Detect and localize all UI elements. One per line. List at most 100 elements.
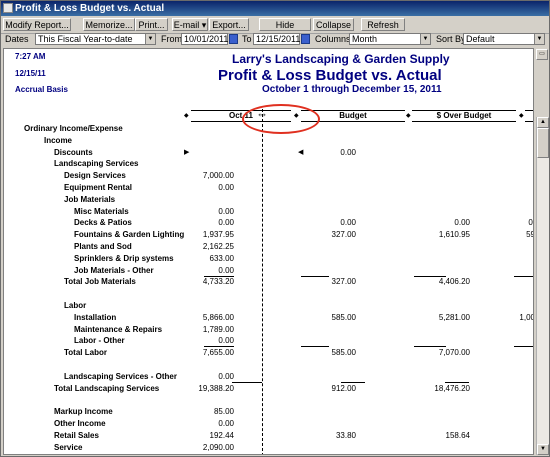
modify-report-button[interactable]: Modify Report... xyxy=(3,18,71,31)
report-row[interactable] xyxy=(4,289,533,300)
report-body: 7:27 AM 12/15/11 Accrual Basis Larry's L… xyxy=(3,48,534,455)
print-button[interactable]: Print... xyxy=(135,18,168,31)
scroll-thumb[interactable] xyxy=(537,128,549,158)
row-label: Job Materials xyxy=(64,194,116,204)
row-label: Sprinklers & Drip systems xyxy=(74,253,174,263)
report-row[interactable]: Fountains & Garden Lighting 1,937.95 327.0… xyxy=(4,230,533,241)
vertical-scrollbar[interactable]: ▲ ▼ xyxy=(536,117,549,455)
report-row[interactable]: Misc Materials 0.00 xyxy=(4,207,533,218)
report-row[interactable]: Equipment Rental 0.00 xyxy=(4,183,533,194)
report-row[interactable]: Total Landscaping Services 19,388.20 912.0… xyxy=(4,383,533,395)
report-row[interactable]: Installation 5,866.00 585.00 5,281.00 1,00 xyxy=(4,312,533,324)
memorize-button[interactable]: Memorize... xyxy=(83,18,135,31)
row-value: 5,866.00 xyxy=(202,312,234,322)
row-value: 1,789.00 xyxy=(202,324,234,334)
row-value: 0.00 xyxy=(218,183,234,192)
collapse-button[interactable]: Collapse xyxy=(313,18,354,31)
row-label: Total Job Materials xyxy=(64,277,136,287)
row-label: Labor - Other xyxy=(74,336,125,346)
row-value: 7,070.00 xyxy=(438,348,470,358)
restore-icon[interactable]: ▭ xyxy=(536,49,548,60)
report-row[interactable]: Plants and Sod 2,162.25 xyxy=(4,242,533,253)
calendar-icon[interactable] xyxy=(301,34,310,44)
row-value: 59 xyxy=(526,230,533,240)
report-row[interactable]: Markup Income 85.00 xyxy=(4,407,533,418)
columns-value: Month xyxy=(352,34,378,44)
scroll-down-icon[interactable]: ▼ xyxy=(537,444,549,455)
title-bar: Profit & Loss Budget vs. Actual xyxy=(1,1,549,16)
chevron-down-icon[interactable]: ▼ xyxy=(420,34,430,44)
app-icon xyxy=(3,3,13,13)
report-row[interactable]: Sprinklers & Drip systems 633.00 xyxy=(4,253,533,265)
row-label: Markup Income xyxy=(54,407,113,417)
dates-label: Dates xyxy=(5,34,29,44)
report-row[interactable]: Landscaping Services - Other 0.00 xyxy=(4,372,533,383)
row-value: 585.00 xyxy=(331,348,356,358)
row-value: 2,090.00 xyxy=(202,442,234,452)
report-row[interactable]: Labor xyxy=(4,301,533,312)
report-row[interactable]: Income xyxy=(4,135,533,147)
calendar-icon[interactable] xyxy=(229,34,238,44)
report-row[interactable]: Landscaping Services xyxy=(4,159,533,170)
row-label: Landscaping Services xyxy=(54,159,139,169)
chevron-down-icon[interactable]: ▼ xyxy=(145,34,155,44)
window-title: Profit & Loss Budget vs. Actual xyxy=(15,3,165,14)
columns-select[interactable]: Month ▼ xyxy=(349,33,431,45)
expand-arrow-icon[interactable]: ▶ xyxy=(184,148,189,156)
dates-select[interactable]: This Fiscal Year-to-date ▼ xyxy=(35,33,156,45)
scroll-up-icon[interactable]: ▲ xyxy=(537,117,549,128)
row-value: 7,655.00 xyxy=(202,348,234,358)
report-row[interactable]: Total Labor 7,655.00 585.00 7,070.00 xyxy=(4,348,533,359)
export-button[interactable]: Export... xyxy=(209,18,249,31)
row-value: 4,733.20 xyxy=(202,277,234,287)
chevron-down-icon[interactable]: ▼ xyxy=(534,34,544,44)
hide-header-button[interactable]: Hide Header xyxy=(259,18,311,43)
row-value: 0. xyxy=(528,218,533,228)
row-value: 85.00 xyxy=(213,407,234,417)
report-row[interactable]: Discounts 0.00 ▶ ◀ xyxy=(4,147,533,159)
report-row[interactable]: Retail Sales 192.44 33.80 158.64 xyxy=(4,430,533,442)
row-value: 1,610.95 xyxy=(438,230,470,240)
from-date-input[interactable]: 10/01/2011 xyxy=(181,33,228,45)
row-label: Income xyxy=(44,135,73,145)
row-label: Retail Sales xyxy=(54,430,99,440)
report-row[interactable]: Job Materials - Other 0.00 xyxy=(4,265,533,277)
row-value: 158.64 xyxy=(445,430,470,440)
row-value: 0.00 xyxy=(454,218,470,228)
report-row[interactable]: Decks & Patios 0.00 0.00 0.00 0. xyxy=(4,218,533,229)
row-value: 0.00 xyxy=(218,419,234,428)
window-control[interactable]: ▭ xyxy=(536,49,548,61)
report-row[interactable]: Total Job Materials 4,733.20 327.00 4,406.2… xyxy=(4,277,533,288)
row-value: 0.00 xyxy=(218,218,234,228)
row-value: 2,162.25 xyxy=(202,242,234,251)
refresh-button[interactable]: Refresh xyxy=(361,18,405,31)
row-label: Design Services xyxy=(64,171,126,181)
row-value: 0.00 xyxy=(340,218,356,228)
report-row[interactable]: Maintenance & Repairs 1,789.00 xyxy=(4,324,533,336)
row-value: 7,000.00 xyxy=(202,171,234,181)
report-row[interactable] xyxy=(4,395,533,406)
to-date-input[interactable]: 12/15/2011 xyxy=(253,33,300,45)
row-label: Fountains & Garden Lighting xyxy=(74,230,185,240)
row-label: Equipment Rental xyxy=(64,183,133,192)
row-value: 585.00 xyxy=(331,312,356,322)
report-row[interactable]: Job Materials xyxy=(4,194,533,206)
row-value: 912.00 xyxy=(331,383,356,393)
report-row[interactable]: Labor - Other 0.00 xyxy=(4,336,533,348)
row-value: 4,406.20 xyxy=(438,277,470,287)
row-label: Total Labor xyxy=(64,348,107,358)
from-label: From xyxy=(161,34,182,44)
report-row[interactable]: Design Services 7,000.00 xyxy=(4,171,533,182)
report-row[interactable]: Other Income 0.00 xyxy=(4,419,533,430)
row-label: Other Income xyxy=(54,419,106,428)
row-label: Service xyxy=(54,442,83,452)
row-label: Job Materials - Other xyxy=(74,265,154,275)
report-row[interactable]: Service 2,090.00 xyxy=(4,442,533,454)
report-row[interactable] xyxy=(4,360,533,371)
collapse-arrow-icon[interactable]: ◀ xyxy=(298,148,303,156)
row-value: 0.00 xyxy=(340,147,356,157)
sortby-select[interactable]: Default ▼ xyxy=(463,33,545,45)
to-label: To xyxy=(242,34,252,44)
sortby-value: Default xyxy=(466,34,495,44)
email-button[interactable]: E-mail ▾ xyxy=(172,18,208,31)
